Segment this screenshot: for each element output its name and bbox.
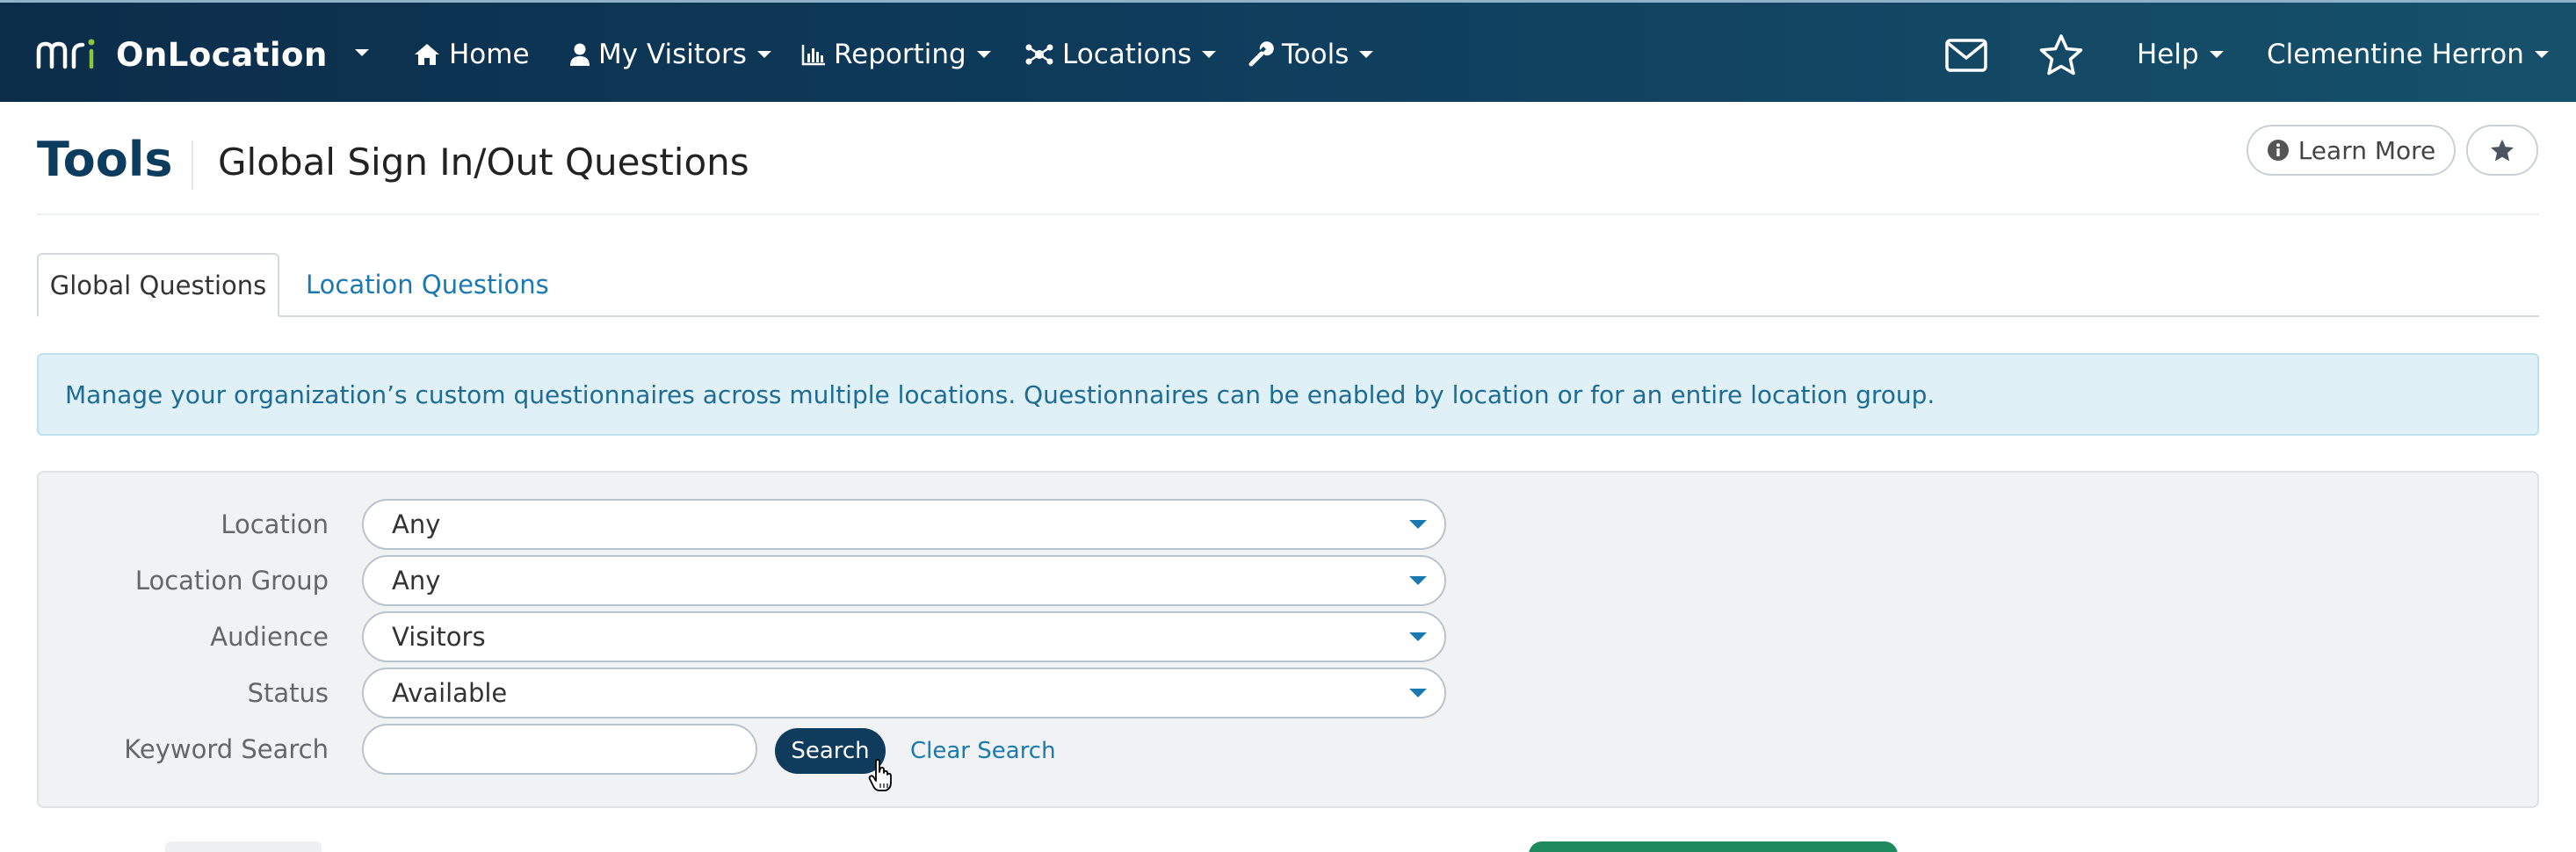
nav-tools-label: Tools bbox=[1282, 39, 1350, 70]
audience-select-value: Visitors bbox=[392, 622, 486, 652]
network-icon bbox=[1025, 44, 1053, 65]
mri-logo-icon bbox=[36, 39, 95, 69]
chevron-down-icon bbox=[2209, 51, 2224, 58]
chevron-down-icon bbox=[1409, 576, 1427, 585]
status-label: Status bbox=[247, 678, 329, 708]
nav-help[interactable]: Help bbox=[2137, 32, 2224, 76]
learn-more-label: Learn More bbox=[2297, 135, 2436, 165]
home-icon bbox=[415, 44, 439, 65]
header-divider bbox=[37, 213, 2539, 215]
learn-more-button[interactable]: Learn More bbox=[2247, 125, 2456, 176]
star-outline-icon bbox=[2039, 34, 2083, 76]
page-title: Global Sign In/Out Questions bbox=[218, 141, 749, 184]
user-icon bbox=[570, 43, 590, 66]
nav-reporting[interactable]: Reporting bbox=[801, 32, 991, 76]
title-divider bbox=[192, 141, 193, 190]
status-select[interactable]: Available bbox=[362, 668, 1446, 718]
location-select-value: Any bbox=[392, 509, 441, 539]
chevron-down-icon bbox=[1202, 51, 1217, 58]
partial-add-button[interactable] bbox=[1529, 841, 1898, 852]
nav-home-label: Home bbox=[449, 39, 530, 70]
keyword-search-input[interactable] bbox=[362, 724, 757, 775]
tab-location-questions[interactable]: Location Questions bbox=[306, 253, 549, 315]
info-alert-text: Manage your organization’s custom questi… bbox=[65, 379, 1936, 409]
location-select[interactable]: Any bbox=[362, 499, 1446, 550]
nav-locations[interactable]: Locations bbox=[1024, 32, 1217, 76]
status-select-value: Available bbox=[392, 678, 508, 708]
favorites-button[interactable] bbox=[2035, 29, 2088, 82]
nav-home[interactable]: Home bbox=[413, 32, 530, 76]
nav-my-visitors[interactable]: My Visitors bbox=[569, 32, 771, 76]
nav-my-visitors-label: My Visitors bbox=[598, 39, 747, 70]
info-alert: Manage your organization’s custom questi… bbox=[37, 353, 2539, 436]
messages-button[interactable] bbox=[1940, 29, 1993, 82]
clear-search-link[interactable]: Clear Search bbox=[910, 728, 1056, 774]
audience-label: Audience bbox=[210, 622, 329, 652]
add-favorite-button[interactable] bbox=[2466, 125, 2538, 176]
nav-locations-label: Locations bbox=[1062, 39, 1192, 70]
location-group-select-value: Any bbox=[392, 566, 441, 596]
chevron-down-icon bbox=[1409, 689, 1427, 697]
location-label: Location bbox=[221, 509, 329, 539]
tabs-baseline bbox=[37, 315, 2539, 317]
page: OnLocation Home My Visitors Reporting Lo… bbox=[0, 0, 2576, 852]
info-icon bbox=[2267, 140, 2289, 161]
chevron-down-icon bbox=[1409, 632, 1427, 641]
audience-select[interactable]: Visitors bbox=[362, 611, 1446, 662]
bar-chart-icon bbox=[801, 45, 825, 66]
chevron-down-icon bbox=[1409, 520, 1427, 529]
brand-name: OnLocation bbox=[116, 35, 328, 74]
section-title: Tools bbox=[37, 132, 173, 187]
envelope-icon bbox=[1945, 39, 1987, 72]
partial-tab[interactable] bbox=[165, 841, 322, 852]
user-menu[interactable]: Clementine Herron bbox=[2267, 32, 2549, 76]
nav-tools[interactable]: Tools bbox=[1248, 32, 1374, 76]
tab-global-questions[interactable]: Global Questions bbox=[37, 253, 279, 317]
brand[interactable]: OnLocation bbox=[35, 32, 328, 76]
location-group-select[interactable]: Any bbox=[362, 555, 1446, 606]
brand-dropdown-caret-icon[interactable] bbox=[355, 49, 369, 56]
keyword-search-label: Keyword Search bbox=[124, 734, 329, 764]
top-navbar: OnLocation Home My Visitors Reporting Lo… bbox=[0, 0, 2576, 102]
chevron-down-icon bbox=[1359, 51, 1374, 58]
nav-help-label: Help bbox=[2137, 39, 2199, 70]
user-name: Clementine Herron bbox=[2267, 39, 2524, 70]
chevron-down-icon bbox=[976, 51, 991, 58]
chevron-down-icon bbox=[2534, 51, 2549, 58]
chevron-down-icon bbox=[756, 51, 771, 58]
hand-pointer-cursor-icon bbox=[868, 759, 892, 791]
nav-reporting-label: Reporting bbox=[834, 39, 966, 70]
star-icon bbox=[2491, 139, 2514, 161]
location-group-label: Location Group bbox=[134, 566, 329, 596]
wrench-icon bbox=[1248, 41, 1274, 67]
